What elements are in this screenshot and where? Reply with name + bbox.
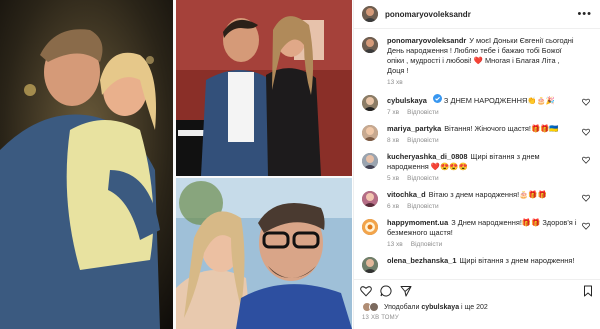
likes-prefix: Уподобали xyxy=(384,303,420,311)
commenter-avatar[interactable] xyxy=(362,191,378,207)
like-comment-heart-icon[interactable] xyxy=(582,156,590,164)
reply-button[interactable]: Відповісти xyxy=(411,241,442,248)
comment-username[interactable]: olena_bezhanska_1 xyxy=(387,256,456,265)
post-sidebar: ponomaryovoleksandr ••• ponomaryovoleksa… xyxy=(353,0,600,329)
comment-username[interactable]: mariya_partyka xyxy=(387,124,441,133)
comment-item: happymoment.ua З Днем народження!🎁🎁 Здоро… xyxy=(362,218,592,248)
author-avatar[interactable] xyxy=(362,6,378,22)
caption-time[interactable]: 13 хв xyxy=(387,79,403,86)
comment-item: kucheryashka_di_0808 Щирі вітання з днем … xyxy=(362,152,592,182)
reply-button[interactable]: Відповісти xyxy=(407,109,438,116)
likes-summary[interactable]: Уподобали cybulskaya і ще 202 xyxy=(362,301,488,313)
comment-username[interactable]: vitochka_d xyxy=(387,190,426,199)
reply-button[interactable]: Відповісти xyxy=(407,137,438,144)
comments-list[interactable]: ponomaryovoleksandr У моєї Доньки Євгенії… xyxy=(354,30,600,277)
commenter-avatar[interactable] xyxy=(362,95,378,111)
more-options-icon[interactable]: ••• xyxy=(577,8,592,20)
comment-username[interactable]: happymoment.ua xyxy=(387,218,448,227)
like-heart-icon[interactable] xyxy=(360,285,372,297)
comment-username[interactable]: cybulskaya xyxy=(387,96,427,105)
like-comment-heart-icon[interactable] xyxy=(582,128,590,136)
comment-text: Вітання! Жіночого щастя!🎁🎁🇺🇦 xyxy=(444,124,559,133)
reply-button[interactable]: Відповісти xyxy=(407,175,438,182)
bookmark-icon[interactable] xyxy=(582,285,594,297)
comment-time[interactable]: 6 хв xyxy=(387,203,399,210)
photo-selfie-outdoor xyxy=(176,178,352,329)
commenter-avatar[interactable] xyxy=(362,257,378,273)
liker-avatar xyxy=(369,302,379,312)
like-comment-heart-icon[interactable] xyxy=(582,222,590,230)
commenter-avatar[interactable] xyxy=(362,219,378,235)
comment-item: cybulskaya З ДНЕМ НАРОДЖЕННЯ👏🎂🎉 7 хв Відп… xyxy=(362,94,592,116)
comment-text: Вітаю з днем народження!🎂🎁🎁 xyxy=(428,190,547,199)
reply-button[interactable]: Відповісти xyxy=(407,203,438,210)
like-comment-heart-icon[interactable] xyxy=(582,194,590,202)
comment-time[interactable]: 7 хв xyxy=(387,109,399,116)
comment-time[interactable]: 5 хв xyxy=(387,175,399,182)
comment-username[interactable]: kucheryashka_di_0808 xyxy=(387,152,468,161)
like-comment-heart-icon[interactable] xyxy=(582,98,590,106)
caption-username[interactable]: ponomaryovoleksandr xyxy=(387,36,466,45)
share-icon[interactable] xyxy=(400,285,412,297)
photo-piano-room xyxy=(176,0,352,176)
comment-item: vitochka_d Вітаю з днем народження!🎂🎁🎁 6 … xyxy=(362,190,592,210)
verified-badge-icon xyxy=(432,94,442,103)
post-media xyxy=(0,0,352,329)
post-actions-bar xyxy=(354,279,600,301)
commenter-avatar[interactable] xyxy=(362,125,378,141)
comment-time[interactable]: 13 хв xyxy=(387,241,403,248)
comment-text: Щирі вітання з днем народження! xyxy=(459,256,575,265)
post-header: ponomaryovoleksandr ••• xyxy=(354,0,600,29)
author-username[interactable]: ponomaryovoleksandr xyxy=(385,10,471,19)
likes-count[interactable]: і ще 202 xyxy=(461,304,488,311)
post-caption: ponomaryovoleksandr У моєї Доньки Євгенії… xyxy=(362,36,592,86)
comment-item: olena_bezhanska_1 Щирі вітання з днем нар… xyxy=(362,256,592,273)
comment-time[interactable]: 8 хв xyxy=(387,137,399,144)
commenter-avatar[interactable] xyxy=(362,153,378,169)
comment-icon[interactable] xyxy=(380,284,392,297)
comment-text: З ДНЕМ НАРОДЖЕННЯ👏🎂🎉 xyxy=(443,96,555,105)
post-timestamp[interactable]: 13 ХВ ТОМУ xyxy=(362,315,399,321)
photo-father-daughter-stage xyxy=(0,0,173,329)
likes-user[interactable]: cybulskaya xyxy=(421,304,459,311)
comment-item: mariya_partyka Вітання! Жіночого щастя!🎁🎁… xyxy=(362,124,592,144)
caption-avatar[interactable] xyxy=(362,37,378,53)
